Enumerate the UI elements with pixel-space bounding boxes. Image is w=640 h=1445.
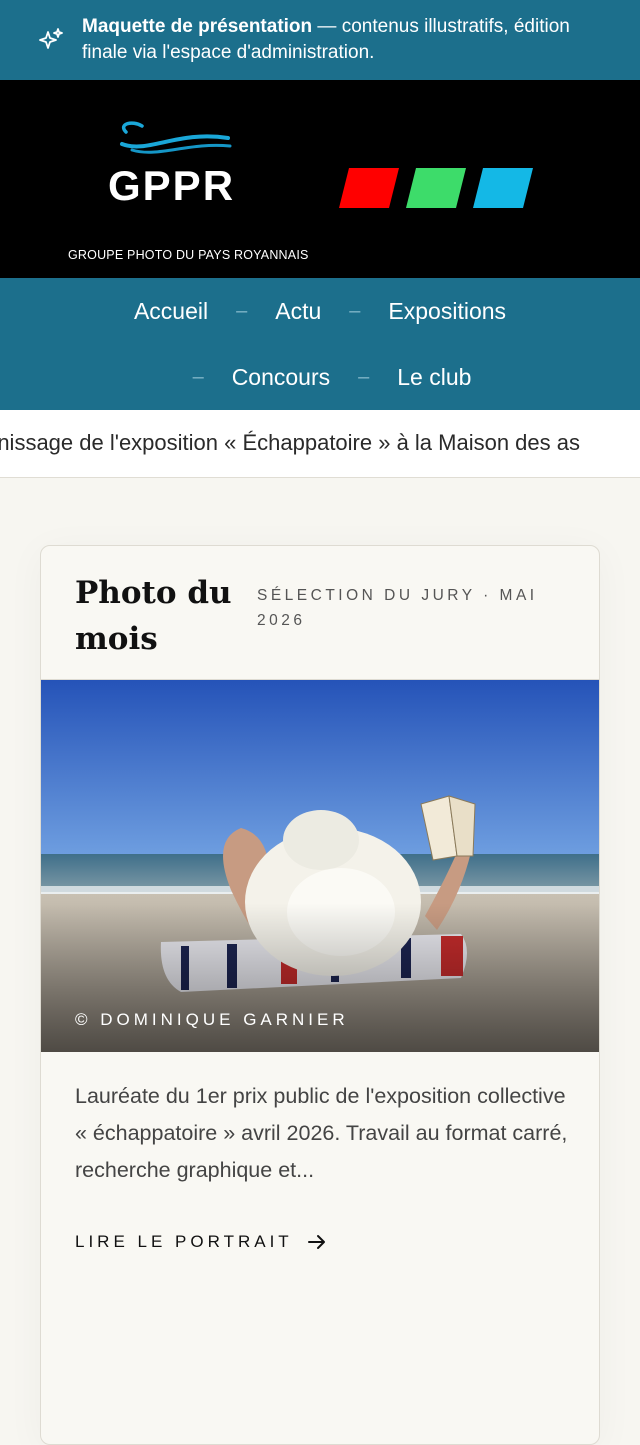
beach-photo-illustration (41, 680, 599, 1052)
card-header: Photo du mois SÉLECTION DU JURY · MAI 20… (41, 546, 599, 680)
read-portrait-label: LIRE LE PORTRAIT (75, 1232, 293, 1251)
main-nav: Accueil – Actu – Expositions – Concours … (0, 278, 640, 410)
card-description: Lauréate du 1er prix public de l'exposit… (75, 1084, 568, 1182)
featured-photo[interactable]: © DOMINIQUE GARNIER (41, 680, 599, 1052)
nav-row-1: Accueil – Actu – Expositions (0, 278, 640, 344)
logo-subtitle: GROUPE PHOTO DU PAYS ROYANNAIS (68, 248, 309, 262)
green-bar (406, 168, 466, 208)
card-meta: SÉLECTION DU JURY · MAI 2026 (257, 587, 538, 629)
nav-separator: – (236, 299, 248, 322)
nav-item-le-club[interactable]: Le club (395, 364, 473, 391)
news-ticker[interactable]: rnissage de l'exposition « Échappatoire … (0, 410, 640, 478)
announcement-strong: Maquette de présentation (82, 16, 313, 37)
nav-item-actu[interactable]: Actu (273, 298, 323, 325)
wave-logo-icon (120, 121, 232, 154)
nav-item-expositions[interactable]: Expositions (386, 298, 508, 325)
logo-text: GPPR (108, 162, 236, 209)
site-header: GPPR GROUPE PHOTO DU PAYS ROYANNAIS (0, 80, 640, 278)
gppr-logo[interactable]: GPPR GROUPE PHOTO DU PAYS ROYANNAIS (66, 120, 309, 270)
blue-bar (473, 168, 533, 208)
nav-separator: – (358, 365, 370, 388)
card-title: Photo du mois (75, 575, 232, 657)
nav-item-concours[interactable]: Concours (230, 364, 332, 391)
photo-of-month-card: Photo du mois SÉLECTION DU JURY · MAI 20… (40, 545, 600, 1445)
nav-separator: – (192, 365, 204, 388)
announcement-text: Maquette de présentation — contenus illu… (82, 14, 620, 66)
nav-separator: – (349, 299, 361, 322)
sparkle-icon (39, 28, 63, 49)
read-portrait-link[interactable]: LIRE LE PORTRAIT (75, 1232, 327, 1252)
arrow-right-icon (307, 1235, 325, 1249)
announcement-banner: Maquette de présentation — contenus illu… (0, 0, 640, 80)
nav-item-accueil[interactable]: Accueil (132, 298, 210, 325)
nav-row-2: – Concours – Le club (0, 344, 640, 410)
photo-credit: © DOMINIQUE GARNIER (75, 1010, 349, 1029)
red-bar (339, 168, 399, 208)
ticker-text[interactable]: rnissage de l'exposition « Échappatoire … (0, 430, 580, 456)
